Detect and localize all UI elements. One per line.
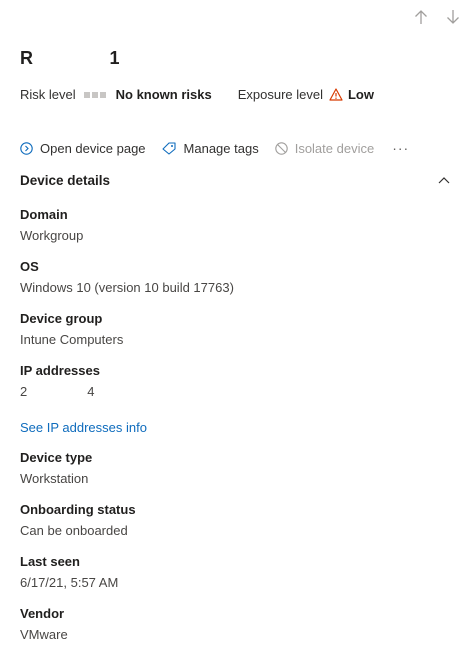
domain-field: Domain Workgroup [20, 206, 450, 258]
more-actions-button[interactable]: ··· [392, 140, 409, 156]
device-group-value: Intune Computers [20, 332, 124, 347]
ip-addresses-label: IP addresses [20, 363, 100, 378]
device-name-title: R 1 [20, 48, 120, 69]
vendor-field: Vendor VMware [20, 605, 450, 657]
risk-level-value: No known risks [115, 87, 212, 102]
vendor-label: Vendor [20, 606, 65, 621]
isolate-device-label: Isolate device [294, 140, 375, 156]
device-type-label: Device type [20, 450, 93, 465]
os-field: OS Windows 10 (version 10 build 17763) [20, 258, 450, 310]
warning-icon [329, 88, 343, 101]
domain-value: Workgroup [20, 228, 84, 243]
arrow-down-icon[interactable] [444, 8, 462, 26]
actions-toolbar: Open device page Manage tags Isolate dev… [20, 140, 409, 156]
domain-label: Domain [20, 207, 68, 222]
chevron-up-icon[interactable] [438, 171, 450, 189]
last-seen-value: 6/17/21, 5:57 AM [20, 575, 119, 590]
os-label: OS [20, 259, 39, 274]
open-device-page-button[interactable]: Open device page [20, 141, 146, 156]
device-group-field: Device group Intune Computers [20, 310, 450, 362]
device-name-end: 1 [109, 48, 121, 68]
device-name-start: R [20, 48, 34, 68]
ip-addresses-field: IP addresses 2 4 See IP addresses info [20, 362, 450, 437]
section-title: Device details [20, 172, 111, 188]
device-type-field: Device type Workstation [20, 449, 450, 501]
manage-tags-button[interactable]: Manage tags [161, 140, 259, 156]
ip-value-redacted [27, 383, 87, 401]
onboarding-status-label: Onboarding status [20, 502, 136, 517]
risk-level-label: Risk level [20, 87, 76, 102]
os-value: Windows 10 (version 10 build 17763) [20, 280, 234, 295]
navigation-arrows [412, 8, 462, 26]
device-details-section-header[interactable]: Device details [20, 171, 450, 189]
device-details-list: Domain Workgroup OS Windows 10 (version … [20, 206, 450, 657]
exposure-level-value: Low [347, 87, 374, 102]
device-type-value: Workstation [20, 471, 89, 486]
exposure-level-label: Exposure level [237, 87, 323, 102]
open-device-page-label: Open device page [40, 140, 146, 156]
onboarding-status-value: Can be onboarded [20, 523, 128, 538]
ip-value-end: 4 [87, 384, 95, 399]
onboarding-status-field: Onboarding status Can be onboarded [20, 501, 450, 553]
risk-bar [91, 91, 98, 98]
ip-value-start: 2 [20, 384, 28, 399]
block-icon [274, 141, 288, 155]
vendor-value: VMware [20, 627, 68, 642]
risk-bar [99, 91, 106, 98]
open-device-page-icon [20, 141, 33, 155]
device-group-label: Device group [20, 311, 103, 326]
risk-level-bars-icon [83, 91, 106, 98]
last-seen-label: Last seen [20, 554, 80, 569]
isolate-device-button[interactable]: Isolate device [274, 140, 375, 156]
tag-icon [161, 141, 177, 155]
see-ip-addresses-link[interactable]: See IP addresses info [20, 419, 450, 437]
last-seen-field: Last seen 6/17/21, 5:57 AM [20, 553, 450, 605]
arrow-up-icon[interactable] [412, 8, 430, 26]
risk-bar [83, 91, 90, 98]
device-name-redacted [34, 63, 110, 64]
more-icon: ··· [392, 140, 410, 156]
risk-exposure-row: Risk level No known risks Exposure level… [20, 87, 374, 102]
manage-tags-label: Manage tags [183, 140, 259, 156]
ip-addresses-value: 2 4 [20, 383, 450, 401]
